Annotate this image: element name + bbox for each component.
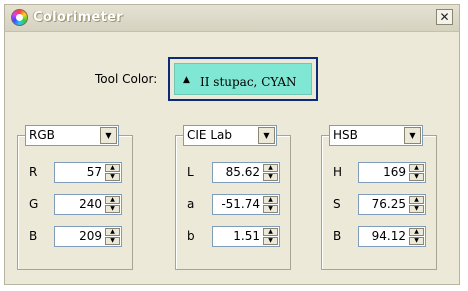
- colorimeter-window: Colorimeter ✕ Tool Color: ▲ II stupac, C…: [4, 4, 460, 285]
- hsb-group: HSB ▼ H 169 ▲ ▼ S 76.25 ▲ ▼ B 94.12 ▲ ▼: [321, 125, 438, 270]
- spin-up-icon[interactable]: ▲: [105, 228, 120, 236]
- rgb-b-spinner[interactable]: ▲ ▼: [105, 228, 120, 245]
- spin-down-icon[interactable]: ▼: [105, 237, 120, 245]
- chevron-down-icon[interactable]: ▼: [100, 127, 117, 144]
- cielab-mode-select[interactable]: CIE Lab ▼: [183, 125, 277, 146]
- color-wheel-icon: [11, 9, 28, 26]
- spin-down-icon[interactable]: ▼: [263, 237, 278, 245]
- rgb-r-spinner[interactable]: ▲ ▼: [105, 164, 120, 181]
- cielab-b-spinner[interactable]: ▲ ▼: [263, 228, 278, 245]
- rgb-row-b: B 209 ▲ ▼: [18, 226, 134, 248]
- rgb-g-label: G: [29, 197, 39, 211]
- hsb-s-label: S: [333, 197, 341, 211]
- hsb-b-spinner[interactable]: ▲ ▼: [409, 228, 424, 245]
- spin-up-icon[interactable]: ▲: [105, 196, 120, 204]
- hsb-h-label: H: [333, 165, 343, 179]
- tool-color-value: II stupac, CYAN: [200, 75, 297, 89]
- spin-down-icon[interactable]: ▼: [409, 205, 424, 213]
- rgb-r-label: R: [29, 165, 38, 179]
- hsb-h-value: 169: [383, 165, 406, 179]
- cielab-l-label: L: [187, 165, 194, 179]
- hsb-mode-select[interactable]: HSB ▼: [329, 125, 423, 146]
- spin-down-icon[interactable]: ▼: [263, 173, 278, 181]
- hsb-row-b: B 94.12 ▲ ▼: [322, 226, 438, 248]
- close-button[interactable]: ✕: [436, 9, 453, 25]
- spin-up-icon[interactable]: ▲: [263, 228, 278, 236]
- cielab-b-value: 1.51: [233, 229, 260, 243]
- hsb-s-value: 76.25: [371, 197, 406, 211]
- rgb-mode-value: RGB: [29, 128, 55, 142]
- cielab-l-spinner[interactable]: ▲ ▼: [263, 164, 278, 181]
- hsb-row-s: S 76.25 ▲ ▼: [322, 194, 438, 216]
- rgb-r-value: 57: [86, 165, 102, 179]
- spin-down-icon[interactable]: ▼: [105, 173, 120, 181]
- spin-up-icon[interactable]: ▲: [263, 164, 278, 172]
- title-bar[interactable]: Colorimeter ✕: [5, 5, 459, 32]
- hsb-h-input[interactable]: 169 ▲ ▼: [358, 162, 426, 183]
- rgb-group: RGB ▼ R 57 ▲ ▼ G 240 ▲ ▼ B 209 ▲ ▼: [17, 125, 134, 270]
- cielab-l-input[interactable]: 85.62 ▲ ▼: [212, 162, 280, 183]
- hsb-b-value: 94.12: [371, 229, 406, 243]
- cielab-group: CIE Lab ▼ L 85.62 ▲ ▼ a -51.74 ▲ ▼ b 1.5…: [175, 125, 292, 270]
- cielab-b-input[interactable]: 1.51 ▲ ▼: [212, 226, 280, 247]
- rgb-b-value: 209: [79, 229, 102, 243]
- rgb-b-input[interactable]: 209 ▲ ▼: [54, 226, 122, 247]
- spin-up-icon[interactable]: ▲: [409, 196, 424, 204]
- hsb-h-spinner[interactable]: ▲ ▼: [409, 164, 424, 181]
- spin-up-icon[interactable]: ▲: [409, 228, 424, 236]
- rgb-row-r: R 57 ▲ ▼: [18, 162, 134, 184]
- cielab-a-label: a: [187, 197, 195, 211]
- spin-down-icon[interactable]: ▼: [409, 173, 424, 181]
- rgb-r-input[interactable]: 57 ▲ ▼: [54, 162, 122, 183]
- cielab-row-b: b 1.51 ▲ ▼: [176, 226, 292, 248]
- chevron-down-icon[interactable]: ▼: [258, 127, 275, 144]
- hsb-row-h: H 169 ▲ ▼: [322, 162, 438, 184]
- cielab-row-l: L 85.62 ▲ ▼: [176, 162, 292, 184]
- rgb-row-g: G 240 ▲ ▼: [18, 194, 134, 216]
- cielab-a-value: -51.74: [221, 197, 260, 211]
- tool-marker-icon: ▲: [183, 75, 190, 85]
- cielab-row-a: a -51.74 ▲ ▼: [176, 194, 292, 216]
- tool-color-swatch[interactable]: ▲ II stupac, CYAN: [168, 57, 318, 101]
- hsb-b-label: B: [333, 229, 342, 243]
- cielab-b-label: b: [187, 229, 195, 243]
- hsb-b-input[interactable]: 94.12 ▲ ▼: [358, 226, 426, 247]
- spin-up-icon[interactable]: ▲: [409, 164, 424, 172]
- tool-color-label: Tool Color:: [95, 72, 158, 86]
- spin-up-icon[interactable]: ▲: [263, 196, 278, 204]
- hsb-mode-value: HSB: [333, 128, 358, 142]
- spin-down-icon[interactable]: ▼: [105, 205, 120, 213]
- cielab-a-input[interactable]: -51.74 ▲ ▼: [212, 194, 280, 215]
- cielab-l-value: 85.62: [225, 165, 260, 179]
- rgb-g-value: 240: [79, 197, 102, 211]
- rgb-g-input[interactable]: 240 ▲ ▼: [54, 194, 122, 215]
- rgb-b-label: B: [29, 229, 38, 243]
- rgb-g-spinner[interactable]: ▲ ▼: [105, 196, 120, 213]
- cielab-a-spinner[interactable]: ▲ ▼: [263, 196, 278, 213]
- chevron-down-icon[interactable]: ▼: [404, 127, 421, 144]
- spin-down-icon[interactable]: ▼: [263, 205, 278, 213]
- hsb-s-input[interactable]: 76.25 ▲ ▼: [358, 194, 426, 215]
- hsb-s-spinner[interactable]: ▲ ▼: [409, 196, 424, 213]
- cielab-mode-value: CIE Lab: [187, 128, 232, 142]
- window-title: Colorimeter: [33, 10, 123, 25]
- spin-down-icon[interactable]: ▼: [409, 237, 424, 245]
- rgb-mode-select[interactable]: RGB ▼: [25, 125, 119, 146]
- tool-color-fill: ▲ II stupac, CYAN: [174, 63, 312, 95]
- spin-up-icon[interactable]: ▲: [105, 164, 120, 172]
